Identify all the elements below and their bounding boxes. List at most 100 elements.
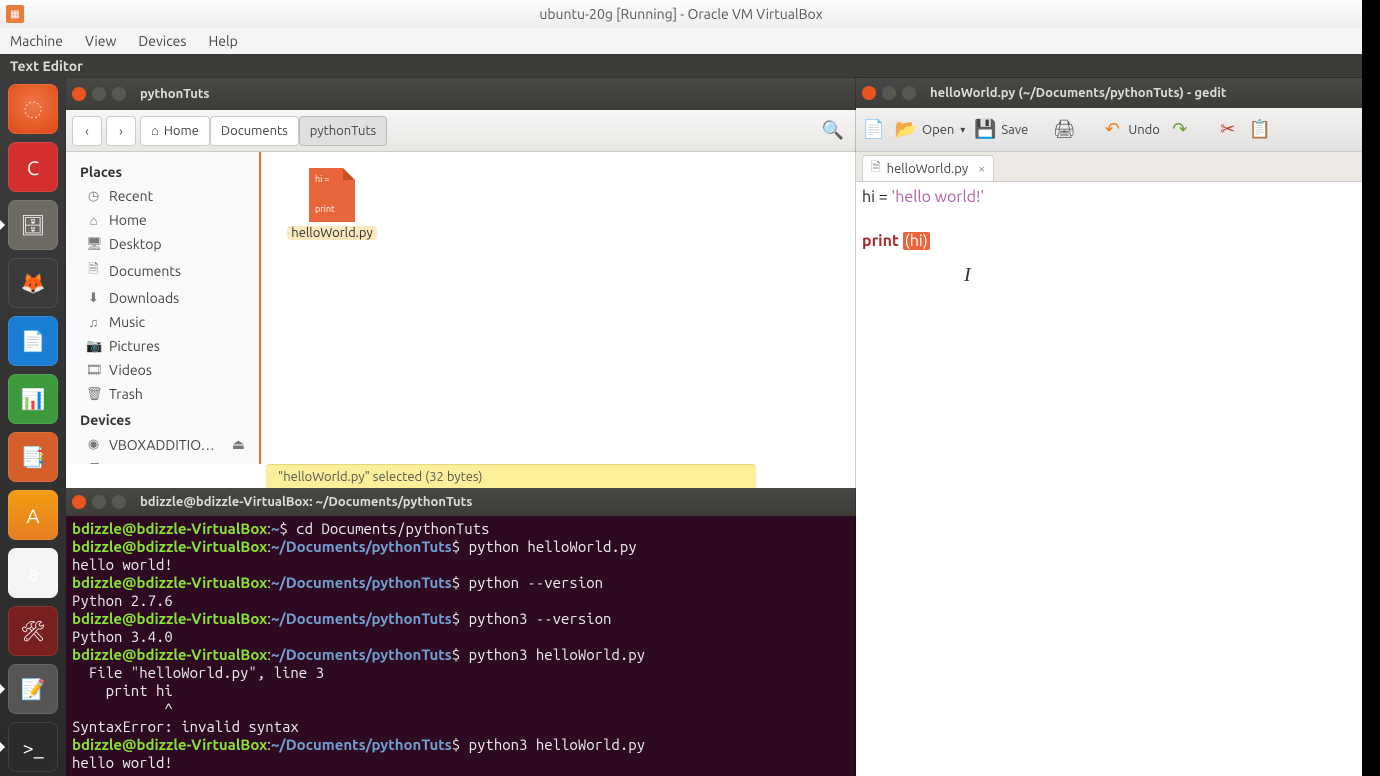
- sidebar-item-videos[interactable]: 🎞Videos: [66, 358, 259, 382]
- copy-icon: 📋: [1248, 118, 1272, 142]
- path-segment-pythontuts[interactable]: pythonTuts: [299, 116, 387, 146]
- files-max-button[interactable]: [112, 87, 126, 101]
- gedit-undo-button[interactable]: ↶Undo: [1100, 118, 1160, 142]
- gedit-editor[interactable]: hi = 'hello world!' print (hi) I: [856, 182, 1362, 776]
- gedit-tab-close[interactable]: ×: [978, 162, 985, 176]
- gedit-title: helloWorld.py (~/Documents/pythonTuts) -…: [930, 86, 1227, 100]
- gedit-copy-button[interactable]: 📋: [1248, 118, 1272, 142]
- print-icon: 🖨: [1052, 118, 1076, 142]
- terminal-close-button[interactable]: [72, 495, 86, 509]
- redo-icon: ↷: [1168, 118, 1192, 142]
- gedit-save-button[interactable]: 💾Save: [973, 118, 1028, 142]
- sidebar-item-trash[interactable]: 🗑Trash: [66, 382, 259, 406]
- sidebar-icon: ⌂: [86, 213, 101, 228]
- files-titlebar[interactable]: pythonTuts: [66, 78, 856, 110]
- vbox-menu-machine[interactable]: Machine: [10, 33, 63, 49]
- terminal-titlebar[interactable]: bdizzle@bdizzle-VirtualBox: ~/Documents/…: [66, 488, 856, 516]
- gedit-new-button[interactable]: 📄: [862, 118, 886, 142]
- terminal-min-button[interactable]: [92, 495, 106, 509]
- files-window: pythonTuts ‹ › ⌂HomeDocumentspythonTuts …: [66, 78, 856, 488]
- focused-app-name: Text Editor: [10, 58, 83, 74]
- terminal-body[interactable]: bdizzle@bdizzle-VirtualBox:~$ cd Documen…: [66, 516, 856, 776]
- sidebar-item-desktop[interactable]: 🖥Desktop: [66, 232, 259, 256]
- terminal-window-controls: [72, 495, 126, 509]
- terminal-app[interactable]: >_: [8, 722, 58, 772]
- python-file-icon: hi = print: [309, 168, 355, 222]
- virtualbox-icon: ▦: [6, 5, 24, 23]
- undo-icon: ↶: [1100, 118, 1124, 142]
- files-sidebar: Places ◷Recent⌂Home🖥Desktop🗎Documents⬇Do…: [66, 152, 261, 464]
- files-window-controls: [72, 87, 126, 101]
- code-line-2: print (hi): [862, 230, 1356, 252]
- code-line-blank: [862, 208, 1356, 230]
- file-label: helloWorld.py: [287, 226, 376, 240]
- path-segment-documents[interactable]: Documents: [210, 116, 299, 146]
- path-segment-home[interactable]: ⌂Home: [140, 116, 210, 146]
- files-content[interactable]: hi = print helloWorld.py: [261, 152, 856, 464]
- ubuntu-dash[interactable]: ◌: [8, 84, 58, 134]
- comodo-app[interactable]: C: [8, 142, 58, 192]
- software-center-app[interactable]: A: [8, 490, 58, 540]
- files-search-button[interactable]: 🔍: [816, 120, 850, 141]
- sidebar-item-documents[interactable]: 🗎Documents: [66, 256, 259, 286]
- terminal-max-button[interactable]: [112, 495, 126, 509]
- save-icon: 💾: [973, 118, 997, 142]
- sidebar-item-recent[interactable]: ◷Recent: [66, 184, 259, 208]
- sidebar-item-computer[interactable]: 🖳Computer: [66, 457, 259, 464]
- gedit-min-button[interactable]: [882, 86, 896, 100]
- text-editor-app[interactable]: 📝: [8, 664, 58, 714]
- calc-app[interactable]: 📊: [8, 374, 58, 424]
- sidebar-icon: 🗑: [86, 387, 101, 402]
- gedit-window-controls: [862, 86, 916, 100]
- files-title: pythonTuts: [140, 87, 210, 101]
- gedit-toolbar: 📄 📂Open▾ 💾Save 🖨 ↶Undo ↷ ✂ 📋: [856, 108, 1362, 152]
- vbox-menu-view[interactable]: View: [85, 33, 116, 49]
- terminal-title: bdizzle@bdizzle-VirtualBox: ~/Documents/…: [140, 495, 472, 509]
- virtualbox-titlebar: ▦ ubuntu-20g [Running] - Oracle VM Virtu…: [0, 0, 1362, 28]
- sidebar-item-downloads[interactable]: ⬇Downloads: [66, 286, 259, 310]
- files-statusbar: "helloWorld.py" selected (32 bytes): [266, 464, 756, 488]
- files-close-button[interactable]: [72, 87, 86, 101]
- writer-app[interactable]: 📄: [8, 316, 58, 366]
- gedit-open-button[interactable]: 📂Open▾: [894, 118, 965, 142]
- firefox-app[interactable]: 🦊: [8, 258, 58, 308]
- gedit-tab-helloWorld[interactable]: 🗎 helloWorld.py ×: [862, 155, 994, 181]
- gedit-close-button[interactable]: [862, 86, 876, 100]
- sidebar-icon: ◉: [86, 437, 101, 452]
- sidebar-icon: ◷: [86, 189, 101, 204]
- sidebar-icon: 📷: [86, 339, 101, 354]
- unity-launcher: ◌ C 🗄 🦊 📄 📊 📑 Aa 🛠 📝 >_: [0, 78, 66, 776]
- amazon-app[interactable]: a: [8, 548, 58, 598]
- vbox-menu-devices[interactable]: Devices: [138, 33, 186, 49]
- gedit-cut-button[interactable]: ✂: [1216, 118, 1240, 142]
- cut-icon: ✂: [1216, 118, 1240, 142]
- impress-app[interactable]: 📑: [8, 432, 58, 482]
- files-back-button[interactable]: ‹: [72, 116, 102, 146]
- gedit-print-button[interactable]: 🖨: [1052, 118, 1076, 142]
- gedit-tab-label: helloWorld.py: [887, 162, 968, 176]
- eject-icon[interactable]: ⏏: [232, 436, 245, 453]
- sidebar-item-home[interactable]: ⌂Home: [66, 208, 259, 232]
- file-icon: 🗎: [871, 158, 881, 179]
- sidebar-icon: 🗎: [86, 260, 101, 282]
- text-cursor-icon: I: [964, 264, 971, 286]
- files-toolbar: ‹ › ⌂HomeDocumentspythonTuts 🔍: [66, 110, 856, 152]
- vbox-menu-help[interactable]: Help: [208, 33, 237, 49]
- unity-top-bar: Text Editor: [0, 54, 1362, 78]
- gedit-max-button[interactable]: [902, 86, 916, 100]
- files-pathbar: ⌂HomeDocumentspythonTuts: [140, 116, 387, 146]
- gedit-titlebar[interactable]: helloWorld.py (~/Documents/pythonTuts) -…: [856, 78, 1362, 108]
- files-forward-button[interactable]: ›: [106, 116, 136, 146]
- file-helloWorld-py[interactable]: hi = print helloWorld.py: [277, 168, 387, 240]
- files-min-button[interactable]: [92, 87, 106, 101]
- settings-app[interactable]: 🛠: [8, 606, 58, 656]
- gedit-window: helloWorld.py (~/Documents/pythonTuts) -…: [856, 78, 1362, 776]
- gedit-redo-button[interactable]: ↷: [1168, 118, 1192, 142]
- sidebar-item-vboxadditio[interactable]: ◉VBOXADDITIO…⏏: [66, 432, 259, 457]
- virtualbox-menubar: Machine View Devices Help: [0, 28, 1362, 54]
- virtualbox-title: ubuntu-20g [Running] - Oracle VM Virtual…: [539, 6, 822, 22]
- files-app[interactable]: 🗄: [8, 200, 58, 250]
- sidebar-item-music[interactable]: ♫Music: [66, 310, 259, 334]
- sidebar-devices-header: Devices: [66, 406, 259, 432]
- sidebar-item-pictures[interactable]: 📷Pictures: [66, 334, 259, 358]
